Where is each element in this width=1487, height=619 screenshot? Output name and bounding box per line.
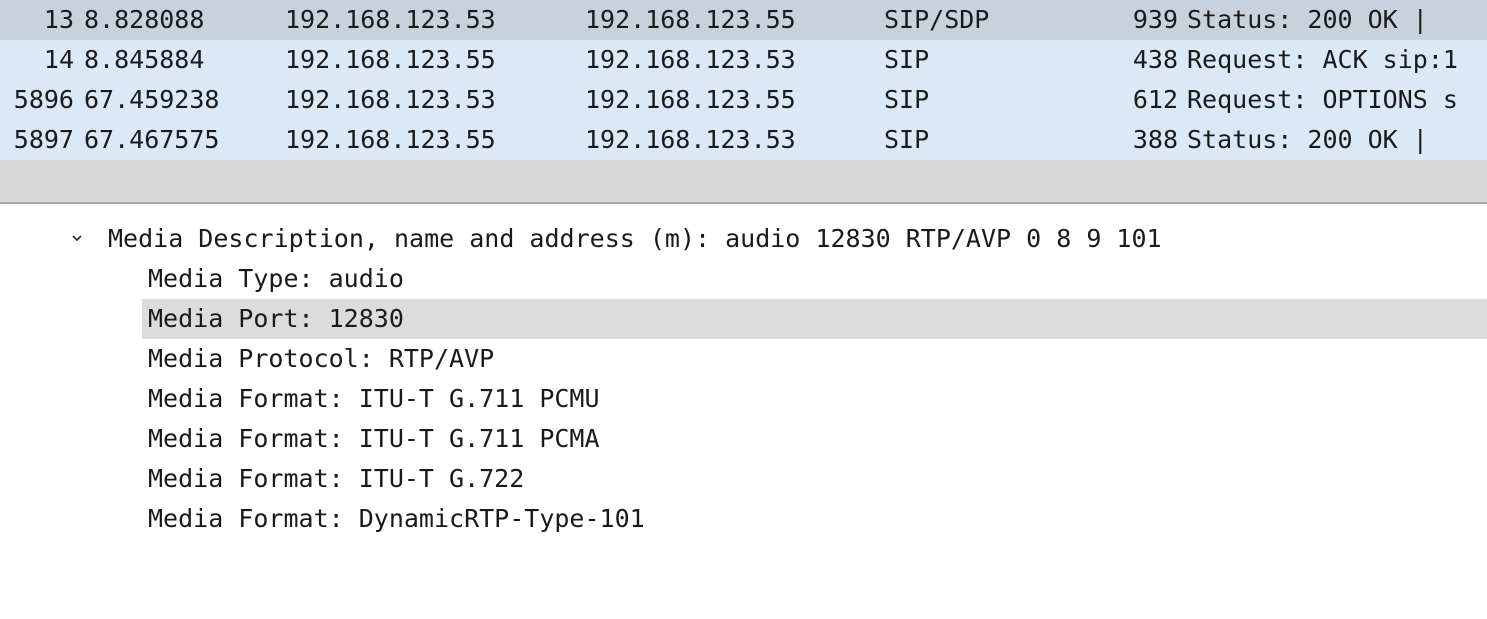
packet-info: Status: 200 OK |	[1187, 5, 1428, 34]
packet-length: 612	[1132, 85, 1178, 114]
tree-leaf-media-format-g722[interactable]: Media Format: ITU-T G.722	[0, 459, 1487, 499]
tree-leaf-media-protocol[interactable]: Media Protocol: RTP/AVP	[0, 339, 1487, 379]
tree-leaf-label: Media Format: ITU-T G.711 PCMU	[148, 384, 600, 413]
packet-details-tree: Media Description, name and address (m):…	[0, 204, 1487, 541]
packet-row-5897[interactable]: 5897 67.467575 192.168.123.55 192.168.12…	[0, 120, 1487, 160]
packet-source: 192.168.123.55	[285, 45, 496, 74]
packet-destination: 192.168.123.55	[585, 85, 796, 114]
tree-leaf-media-format-pcmu[interactable]: Media Format: ITU-T G.711 PCMU	[0, 379, 1487, 419]
packet-row-14[interactable]: 14 8.845884 192.168.123.55 192.168.123.5…	[0, 40, 1487, 80]
packet-destination: 192.168.123.55	[585, 5, 796, 34]
packet-source: 192.168.123.53	[285, 85, 496, 114]
packet-destination: 192.168.123.53	[585, 125, 796, 154]
tree-node-label: Media Description, name and address (m):…	[108, 224, 1162, 253]
packet-source: 192.168.123.55	[285, 125, 496, 154]
tree-leaf-label: Media Protocol: RTP/AVP	[148, 344, 495, 373]
tree-leaf-label: Media Format: ITU-T G.722	[148, 464, 525, 493]
packet-time: 8.845884	[84, 45, 205, 74]
packet-list: 13 8.828088 192.168.123.53 192.168.123.5…	[0, 0, 1487, 160]
packet-protocol: SIP/SDP	[884, 5, 990, 34]
packet-length: 388	[1132, 125, 1178, 154]
chevron-down-icon[interactable]	[72, 233, 82, 243]
packet-protocol: SIP	[884, 125, 930, 154]
tree-leaf-label: Media Format: ITU-T G.711 PCMA	[148, 424, 600, 453]
packet-info: Request: OPTIONS s	[1187, 85, 1458, 114]
packet-row-13[interactable]: 13 8.828088 192.168.123.53 192.168.123.5…	[0, 0, 1487, 40]
packet-protocol: SIP	[884, 85, 930, 114]
packet-protocol: SIP	[884, 45, 930, 74]
packet-time: 8.828088	[84, 5, 205, 34]
packet-length: 438	[1132, 45, 1178, 74]
packet-info: Status: 200 OK |	[1187, 125, 1428, 154]
packet-no: 5897	[13, 125, 74, 154]
tree-leaf-label: Media Type: audio	[148, 264, 404, 293]
packet-no: 13	[43, 5, 74, 34]
tree-leaf-label: Media Format: DynamicRTP-Type-101	[148, 504, 645, 533]
packet-source: 192.168.123.53	[285, 5, 496, 34]
tree-leaf-media-format-pcma[interactable]: Media Format: ITU-T G.711 PCMA	[0, 419, 1487, 459]
packet-no: 5896	[13, 85, 74, 114]
tree-leaf-media-port[interactable]: Media Port: 12830	[0, 299, 1487, 339]
packet-time: 67.467575	[84, 125, 220, 154]
packet-destination: 192.168.123.53	[585, 45, 796, 74]
tree-leaf-media-type[interactable]: Media Type: audio	[0, 259, 1487, 299]
packet-row-5896[interactable]: 5896 67.459238 192.168.123.53 192.168.12…	[0, 80, 1487, 120]
packet-info: Request: ACK sip:1	[1187, 45, 1458, 74]
packet-length: 939	[1132, 5, 1178, 34]
tree-leaf-media-format-dynamic[interactable]: Media Format: DynamicRTP-Type-101	[0, 499, 1487, 539]
packet-no: 14	[43, 45, 74, 74]
tree-node-media-description[interactable]: Media Description, name and address (m):…	[0, 219, 1487, 259]
pane-splitter[interactable]	[0, 160, 1487, 204]
packet-time: 67.459238	[84, 85, 220, 114]
tree-leaf-label: Media Port: 12830	[142, 299, 1487, 339]
